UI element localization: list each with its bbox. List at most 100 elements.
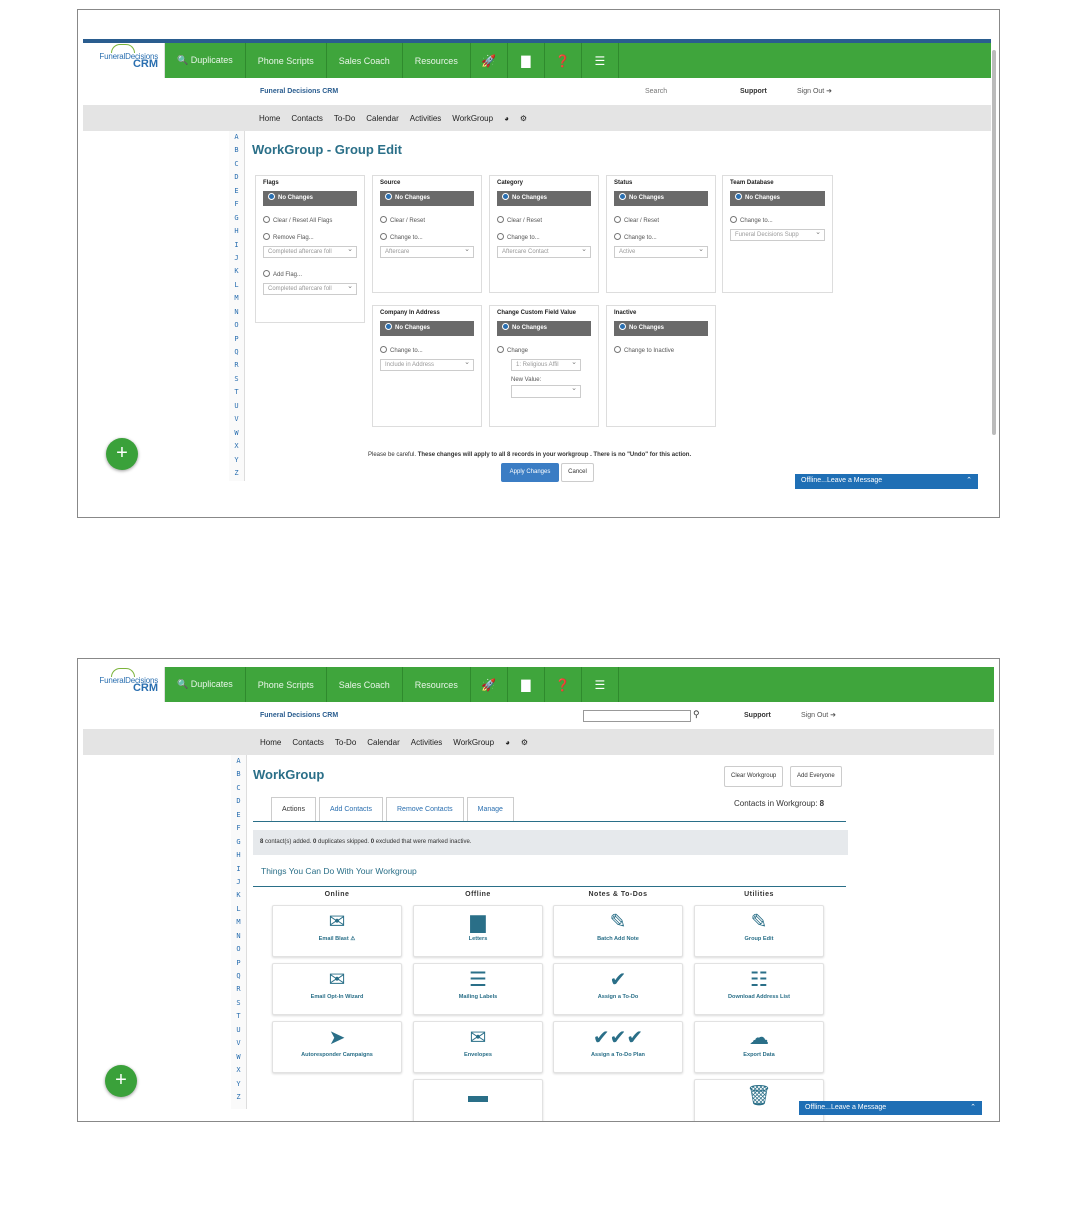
search-link[interactable]: Search (645, 88, 667, 95)
help-icon[interactable]: ❓ (545, 667, 582, 702)
alpha-letter[interactable]: V (229, 413, 244, 426)
alpha-letter[interactable]: M (229, 292, 244, 305)
alpha-letter[interactable]: Z (231, 1091, 246, 1104)
source-no-changes[interactable]: No Changes (380, 191, 474, 206)
alpha-letter[interactable]: K (231, 889, 246, 902)
status-clear-radio[interactable]: Clear / Reset (614, 216, 708, 224)
alpha-letter[interactable]: M (231, 916, 246, 929)
alpha-letter[interactable]: R (229, 359, 244, 372)
download-address-card[interactable]: ☷ Download Address List (694, 963, 824, 1015)
menu-calendar[interactable]: Calendar (367, 738, 399, 747)
nav-sales-coach[interactable]: Sales Coach (327, 667, 403, 702)
nav-phone-scripts[interactable]: Phone Scripts (246, 43, 327, 78)
alpha-letter[interactable]: E (229, 185, 244, 198)
nav-resources[interactable]: Resources (403, 667, 471, 702)
alpha-letter[interactable]: P (229, 333, 244, 346)
flags-remove-select[interactable]: Completed aftercare foll (263, 245, 357, 258)
alpha-letter[interactable]: T (231, 1010, 246, 1023)
note-icon[interactable]: ▇ (508, 43, 545, 78)
alpha-letter[interactable]: A (229, 131, 244, 144)
alpha-letter[interactable]: L (231, 903, 246, 916)
alpha-letter[interactable]: N (229, 306, 244, 319)
alpha-letter[interactable]: B (229, 144, 244, 157)
autoresponder-card[interactable]: ➤ Autoresponder Campaigns (272, 1021, 402, 1073)
rocket-icon[interactable]: 🚀 (471, 43, 508, 78)
alpha-letter[interactable]: U (229, 400, 244, 413)
tab-actions[interactable]: Actions (271, 797, 316, 822)
print-card[interactable]: ▬ (413, 1079, 543, 1121)
brand-link[interactable]: Funeral Decisions CRM (260, 88, 338, 95)
alpha-letter[interactable]: G (229, 212, 244, 225)
alpha-letter[interactable]: J (229, 252, 244, 265)
alpha-letter[interactable]: Z (229, 467, 244, 480)
alpha-letter[interactable]: U (231, 1024, 246, 1037)
menu-workgroup[interactable]: WorkGroup (453, 738, 494, 747)
offline-chat-bar[interactable]: Offline...Leave a Message ⌃ (795, 474, 978, 489)
menu-home[interactable]: Home (260, 738, 281, 747)
menu-contacts[interactable]: Contacts (291, 114, 323, 123)
alpha-letter[interactable]: O (229, 319, 244, 332)
alpha-letter[interactable]: A (231, 755, 246, 768)
category-no-changes[interactable]: No Changes (497, 191, 591, 206)
add-fab-button[interactable]: + (106, 438, 138, 470)
flags-add-radio[interactable]: Add Flag... (263, 270, 357, 278)
add-fab-button[interactable]: + (105, 1065, 137, 1097)
alpha-letter[interactable]: S (231, 997, 246, 1010)
alpha-letter[interactable]: L (229, 279, 244, 292)
envelopes-card[interactable]: ✉ Envelopes (413, 1021, 543, 1073)
mailing-labels-card[interactable]: ☰ Mailing Labels (413, 963, 543, 1015)
alpha-letter[interactable]: Q (229, 346, 244, 359)
company-select[interactable]: Include in Address (380, 358, 474, 371)
alpha-letter[interactable]: F (231, 822, 246, 835)
alpha-letter[interactable]: W (229, 427, 244, 440)
source-select[interactable]: Aftercare (380, 245, 474, 258)
menu-activities[interactable]: Activities (410, 114, 442, 123)
sign-out-link[interactable]: Sign Out ➜ (797, 87, 832, 95)
brand-link[interactable]: Funeral Decisions CRM (260, 712, 338, 719)
alpha-letter[interactable]: C (229, 158, 244, 171)
menu-icon[interactable]: ☰ (582, 667, 619, 702)
pie-chart-icon[interactable]: ◕ (504, 114, 509, 123)
rocket-icon[interactable]: 🚀 (471, 667, 508, 702)
source-change-radio[interactable]: Change to... (380, 233, 474, 241)
custom-field-select[interactable]: 1: Religious Affil (511, 358, 581, 371)
alpha-letter[interactable]: I (231, 863, 246, 876)
company-change-radio[interactable]: Change to... (380, 346, 474, 354)
export-data-card[interactable]: ☁ Export Data (694, 1021, 824, 1073)
apply-changes-button[interactable]: Apply Changes (501, 463, 559, 482)
add-everyone-button[interactable]: Add Everyone (790, 766, 842, 787)
tab-remove-contacts[interactable]: Remove Contacts (386, 797, 464, 822)
alpha-letter[interactable]: R (231, 983, 246, 996)
alpha-letter[interactable]: N (231, 930, 246, 943)
alpha-letter[interactable]: D (231, 795, 246, 808)
help-icon[interactable]: ❓ (545, 43, 582, 78)
alpha-letter[interactable]: O (231, 943, 246, 956)
email-optin-card[interactable]: ✉ Email Opt-In Wizard (272, 963, 402, 1015)
status-select[interactable]: Active (614, 245, 708, 258)
assign-todo-plan-card[interactable]: ✔✔✔ Assign a To-Do Plan (553, 1021, 683, 1073)
note-icon[interactable]: ▇ (508, 667, 545, 702)
custom-change-radio[interactable]: Change (497, 346, 591, 354)
status-change-radio[interactable]: Change to... (614, 233, 708, 241)
assign-todo-card[interactable]: ✔ Assign a To-Do (553, 963, 683, 1015)
team-select[interactable]: Funeral Decisions Supp (730, 228, 825, 241)
sign-out-link[interactable]: Sign Out ➜ (801, 711, 836, 719)
alpha-letter[interactable]: Y (229, 454, 244, 467)
alpha-letter[interactable]: J (231, 876, 246, 889)
team-change-radio[interactable]: Change to... (730, 216, 825, 224)
alpha-letter[interactable]: S (229, 373, 244, 386)
alpha-letter[interactable]: V (231, 1037, 246, 1050)
status-no-changes[interactable]: No Changes (614, 191, 708, 206)
nav-duplicates[interactable]: 🔍 Duplicates (165, 667, 246, 702)
letters-card[interactable]: ▆ Letters (413, 905, 543, 957)
search-input[interactable] (583, 710, 691, 722)
clear-workgroup-button[interactable]: Clear Workgroup (724, 766, 784, 787)
alpha-letter[interactable]: H (229, 225, 244, 238)
menu-contacts[interactable]: Contacts (292, 738, 324, 747)
menu-icon[interactable]: ☰ (582, 43, 619, 78)
tab-manage[interactable]: Manage (466, 797, 514, 822)
alpha-letter[interactable]: I (229, 239, 244, 252)
alpha-letter[interactable]: K (229, 265, 244, 278)
team-no-changes[interactable]: No Changes (730, 191, 825, 206)
support-link[interactable]: Support (740, 88, 767, 95)
